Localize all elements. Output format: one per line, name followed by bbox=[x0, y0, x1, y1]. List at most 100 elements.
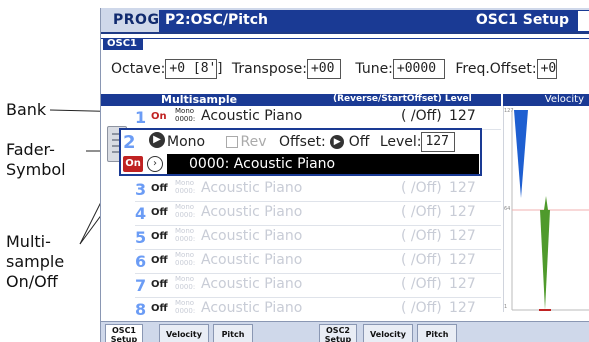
list-item[interactable]: 7 Off Mono 0000: Acoustic Piano ( /Off) … bbox=[101, 274, 501, 298]
transpose-label: Transpose: bbox=[231, 61, 307, 77]
table-header: Multisample (Reverse/StartOffset) Level bbox=[101, 93, 501, 106]
tab-pitch-1[interactable]: Pitch bbox=[213, 324, 253, 342]
mode-label: Mono 0000: bbox=[175, 299, 196, 315]
transpose-field[interactable]: +00 bbox=[306, 59, 341, 79]
on-off-toggle[interactable]: Off bbox=[151, 183, 168, 194]
header: PROG P2:OSC/Pitch OSC1 Setup bbox=[101, 8, 589, 34]
sample-name: Acoustic Piano bbox=[201, 204, 303, 220]
offset-value: ( /Off) bbox=[401, 300, 442, 316]
tune-field[interactable]: +0000 bbox=[392, 59, 445, 79]
sample-name: Acoustic Piano bbox=[201, 276, 303, 292]
offset-arrow-icon[interactable]: ▶ bbox=[330, 135, 345, 149]
sample-name: Acoustic Piano bbox=[201, 252, 303, 268]
tab-osc2-setup[interactable]: OSC2 Setup bbox=[319, 324, 357, 342]
reverse-label: Rev bbox=[240, 134, 267, 150]
on-off-toggle[interactable]: Off bbox=[151, 279, 168, 290]
velocity-header: Velocity bbox=[503, 94, 589, 106]
row-number: 8 bbox=[135, 300, 147, 319]
sample-name: Acoustic Piano bbox=[201, 108, 303, 124]
tab-velocity-1[interactable]: Velocity bbox=[159, 324, 209, 342]
offset-value: ( /Off) bbox=[401, 180, 442, 196]
list-item[interactable]: 4 Off Mono 0000: Acoustic Piano ( /Off) … bbox=[101, 202, 501, 226]
offset-label: Offset: bbox=[279, 134, 326, 150]
offset-value: ( /Off) bbox=[401, 108, 442, 124]
level-value: 127 bbox=[449, 180, 476, 196]
offset-value: ( /Off) bbox=[401, 276, 442, 292]
velocity-graph: 127 64 1 bbox=[503, 106, 589, 312]
mode-label: PROG bbox=[113, 12, 160, 28]
row-number: 2 bbox=[123, 132, 136, 153]
sample-name: Acoustic Piano bbox=[201, 228, 303, 244]
sample-name: Acoustic Piano bbox=[201, 300, 303, 316]
mode-label: Mono 0000: bbox=[175, 251, 196, 267]
tab-pitch-2[interactable]: Pitch bbox=[417, 324, 457, 342]
level-value: 127 bbox=[449, 300, 476, 316]
bank-arrow-icon[interactable]: ▶ bbox=[149, 132, 165, 148]
velocity-chart bbox=[511, 110, 589, 311]
offset-value[interactable]: Off bbox=[349, 134, 370, 150]
level-value: 127 bbox=[449, 276, 476, 292]
on-off-toggle[interactable]: Off bbox=[151, 255, 168, 266]
on-off-toggle[interactable]: Off bbox=[151, 231, 168, 242]
level-value: 127 bbox=[449, 204, 476, 220]
axis-top: 127 bbox=[504, 108, 514, 114]
row-number: 7 bbox=[135, 276, 147, 295]
on-off-toggle[interactable]: On bbox=[123, 156, 143, 172]
axis-mid: 64 bbox=[504, 206, 511, 212]
page-title: P2:OSC/Pitch bbox=[159, 10, 459, 32]
header-reverse: (Reverse/StartOffset) Level bbox=[333, 94, 472, 104]
velocity-bar-2 bbox=[540, 210, 550, 310]
velocity-bar-2-tip bbox=[544, 196, 548, 210]
on-off-toggle[interactable]: Off bbox=[151, 303, 168, 314]
level-value: 127 bbox=[449, 228, 476, 244]
on-off-toggle[interactable]: Off bbox=[151, 207, 168, 218]
offset-value: ( /Off) bbox=[401, 252, 442, 268]
reverse-checkbox[interactable] bbox=[225, 136, 238, 148]
offset-value: ( /Off) bbox=[401, 204, 442, 220]
level-value: 127 bbox=[449, 252, 476, 268]
mode-select[interactable]: Mono bbox=[167, 134, 205, 150]
menu-button[interactable] bbox=[577, 10, 589, 32]
mode-label: Mono 0000: bbox=[175, 227, 196, 243]
on-off-toggle[interactable]: On bbox=[151, 111, 167, 122]
sample-name: Acoustic Piano bbox=[201, 180, 303, 196]
osc1-label: OSC1 bbox=[103, 38, 143, 50]
offset-value: ( /Off) bbox=[401, 228, 442, 244]
selected-multisample[interactable]: 2 ▶ Mono Rev Offset: ▶ Off Level: 127 On … bbox=[119, 128, 482, 176]
list-item[interactable]: 5 Off Mono 0000: Acoustic Piano ( /Off) … bbox=[101, 226, 501, 250]
axis-bottom: 1 bbox=[504, 304, 508, 310]
freq-offset-label: Freq.Offset: bbox=[455, 61, 537, 77]
level-field[interactable]: 127 bbox=[421, 132, 456, 152]
row-number: 4 bbox=[135, 204, 147, 223]
velocity-bar-1 bbox=[514, 110, 528, 198]
tab-osc1-setup[interactable]: OSC1 Setup bbox=[105, 324, 143, 342]
row-number: 5 bbox=[135, 228, 147, 247]
page-tab-label[interactable]: OSC1 Setup bbox=[459, 10, 577, 32]
list-item[interactable]: 6 Off Mono 0000: Acoustic Piano ( /Off) … bbox=[101, 250, 501, 274]
figure: Bank Fader- Symbol Multi- sample On/Off … bbox=[0, 0, 589, 342]
list-item[interactable]: 3 Off Mono 0000: Acoustic Piano ( /Off) … bbox=[101, 178, 501, 202]
header-multisample: Multisample bbox=[161, 93, 238, 106]
osc1-panel: OSC1 Octave: +0 [8'] Transpose: +00 Tune: +… bbox=[101, 38, 589, 90]
level-label: Level: bbox=[379, 134, 422, 150]
list-item[interactable]: 8 Off Mono 0000: Acoustic Piano ( /Off) … bbox=[101, 298, 501, 322]
octave-label: Octave: bbox=[111, 61, 166, 77]
mode-label: Mono 0000: bbox=[175, 179, 196, 195]
row-number: 1 bbox=[135, 108, 147, 127]
freq-offset-field[interactable]: +0 bbox=[536, 59, 557, 79]
list-item[interactable]: 1 On Mono 0000: Acoustic Piano ( /Off) 1… bbox=[101, 106, 501, 130]
osc1-params: Octave: +0 [8'] Transpose: +00 Tune: +0000 … bbox=[111, 59, 557, 79]
sample-select[interactable]: 0000: Acoustic Piano bbox=[167, 154, 479, 174]
tab-velocity-2[interactable]: Velocity bbox=[363, 324, 413, 342]
mode-label: Mono 0000: bbox=[175, 203, 196, 219]
octave-field[interactable]: +0 [8'] bbox=[165, 59, 224, 79]
mode-label: Mono 0000: bbox=[175, 107, 196, 123]
row-number: 6 bbox=[135, 252, 147, 271]
level-value: 127 bbox=[449, 108, 476, 124]
lcd-screen: PROG P2:OSC/Pitch OSC1 Setup OSC1 Octave… bbox=[100, 8, 589, 342]
tab-bar: OSC1 Setup Velocity Pitch OSC2 Setup Vel… bbox=[101, 321, 589, 342]
selected-params: Mono Rev Offset: ▶ Off Level: 127 bbox=[167, 132, 456, 152]
mode-label: Mono 0000: bbox=[175, 275, 196, 291]
sample-arrow-icon[interactable]: › bbox=[147, 156, 163, 172]
row-number: 3 bbox=[135, 180, 147, 199]
